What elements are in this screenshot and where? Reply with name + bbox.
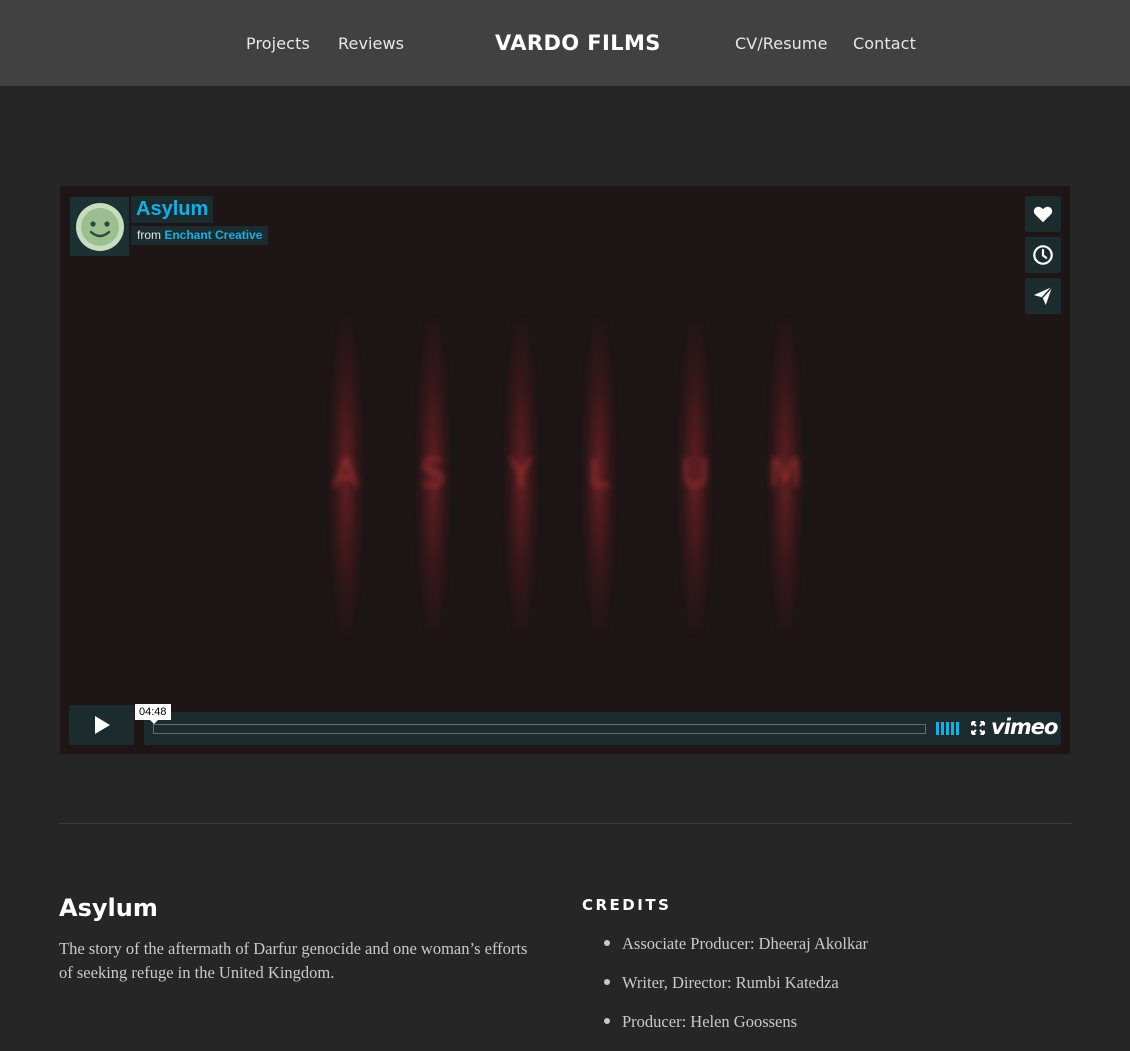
volume-bar: [941, 722, 944, 735]
video-title-letter: S: [416, 316, 450, 636]
volume-bar: [936, 722, 939, 735]
video-player[interactable]: A S Y L U M Asylum from Enchant Creative: [60, 186, 1070, 754]
video-frame[interactable]: A S Y L U M: [60, 186, 1070, 754]
video-title-letter: A: [329, 316, 363, 636]
credit-text: Writer, Director: Rumbi Katedza: [622, 973, 839, 992]
credits-heading: CREDITS: [582, 896, 672, 914]
video-title-letter: L: [582, 316, 616, 636]
vimeo-logo[interactable]: vimeo: [991, 715, 1058, 739]
watch-later-button[interactable]: [1025, 237, 1061, 273]
section-divider: [59, 823, 1071, 824]
controls-bar: vimeo: [144, 712, 1061, 745]
credit-item: Associate Producer: Dheeraj Akolkar: [604, 932, 868, 971]
timecode-label: 04:48: [135, 704, 171, 724]
volume-bar: [956, 722, 959, 735]
bullet-icon: [604, 1018, 610, 1024]
video-title-letter: M: [768, 316, 803, 636]
credit-text: Associate Producer: Dheeraj Akolkar: [622, 934, 869, 953]
bullet-icon: [604, 940, 610, 946]
volume-control[interactable]: [936, 722, 962, 735]
progress-bar[interactable]: [153, 724, 926, 734]
video-byline: from Enchant Creative: [131, 226, 269, 245]
site-header: Projects Reviews VARDO FILMS CV/Resume C…: [0, 0, 1130, 86]
share-button[interactable]: [1025, 278, 1061, 314]
video-title-link[interactable]: Asylum: [131, 196, 214, 223]
credits-list: Associate Producer: Dheeraj Akolkar Writ…: [604, 932, 868, 1049]
video-title-letter: U: [678, 316, 712, 636]
nav-cv-resume-link[interactable]: CV/Resume: [735, 34, 828, 53]
author-link[interactable]: Enchant Creative: [164, 228, 262, 242]
smiley-avatar-icon: [75, 202, 124, 251]
credit-text: Producer: Helen Goossens: [622, 1012, 798, 1031]
site-brand[interactable]: VARDO FILMS: [495, 31, 661, 55]
play-button[interactable]: [69, 705, 134, 745]
fullscreen-icon[interactable]: [971, 721, 985, 735]
credit-item: Writer, Director: Rumbi Katedza: [604, 971, 868, 1010]
credit-item: Producer: Helen Goossens: [604, 1010, 868, 1049]
nav-projects-link[interactable]: Projects: [246, 34, 310, 53]
clock-icon: [1033, 245, 1053, 265]
bullet-icon: [604, 979, 610, 985]
video-title-letter: Y: [504, 316, 538, 636]
volume-bar: [951, 722, 954, 735]
author-portrait[interactable]: [70, 197, 129, 256]
nav-reviews-link[interactable]: Reviews: [338, 34, 404, 53]
like-button[interactable]: [1025, 196, 1061, 232]
nav-contact-link[interactable]: Contact: [853, 34, 916, 53]
play-icon: [94, 716, 110, 734]
byline-prefix: from: [137, 228, 161, 242]
project-description: The story of the aftermath of Darfur gen…: [59, 939, 528, 982]
volume-bar: [946, 722, 949, 735]
heart-icon: [1033, 206, 1053, 223]
project-title: Asylum: [59, 894, 158, 922]
paper-plane-icon: [1033, 286, 1053, 306]
